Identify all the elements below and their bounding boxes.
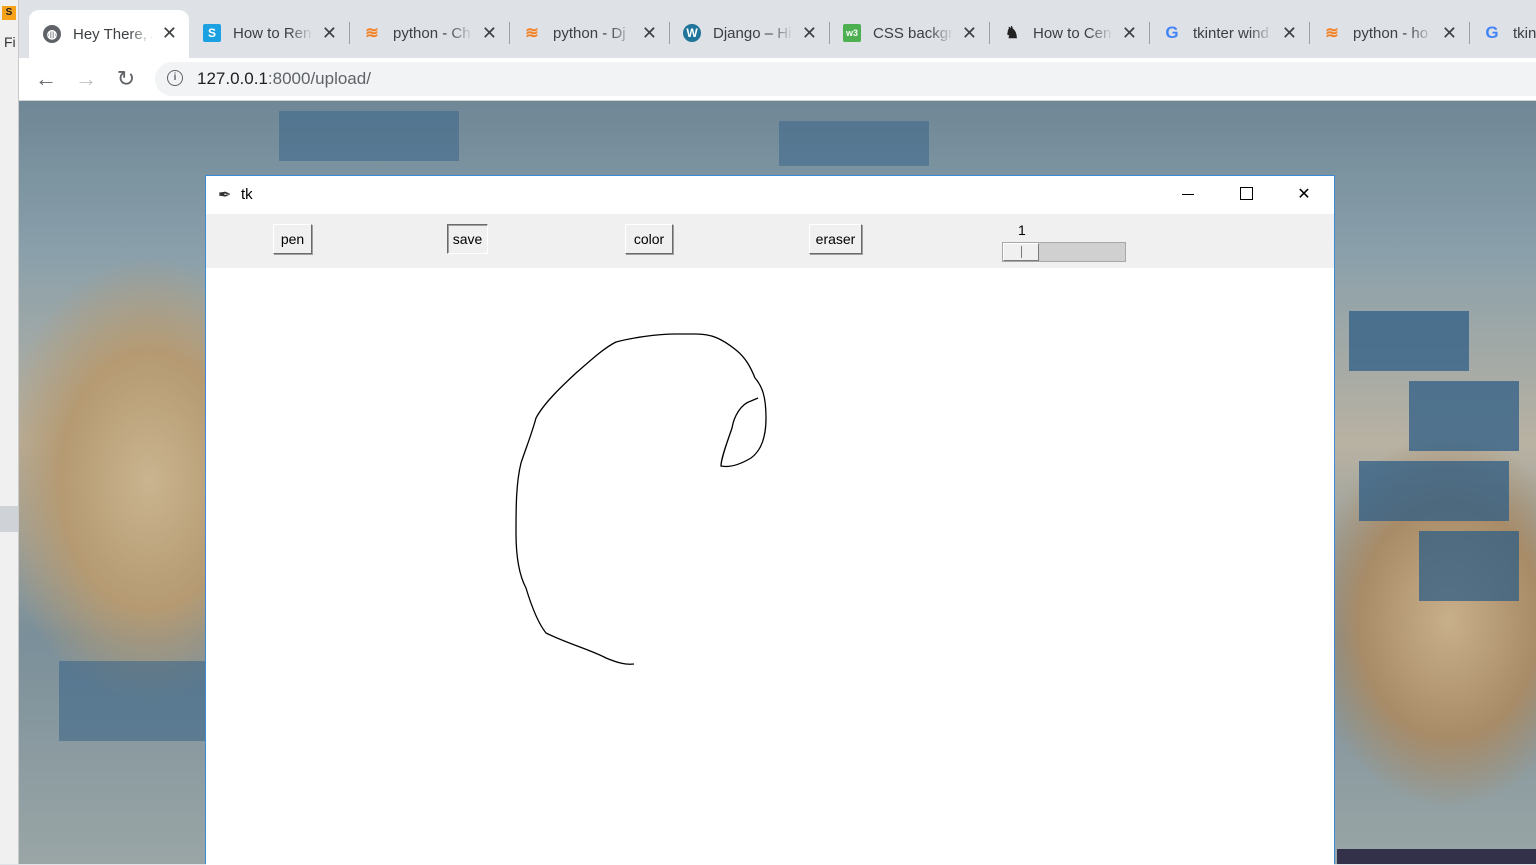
close-tab-icon[interactable]: ✕ bbox=[962, 23, 977, 44]
tab-css-background[interactable]: w3 CSS backgr ✕ bbox=[829, 10, 990, 56]
tab-tkint[interactable]: G tkint bbox=[1469, 10, 1536, 56]
tab-python-dj[interactable]: ≋ python - Dj ✕ bbox=[509, 10, 670, 56]
background-app-strip: S Fi bbox=[0, 0, 19, 864]
tab-python-ch[interactable]: ≋ python - Ch ✕ bbox=[349, 10, 510, 56]
mural-tile bbox=[1359, 461, 1509, 521]
eraser-button[interactable]: eraser bbox=[809, 224, 862, 254]
color-button[interactable]: color bbox=[625, 224, 673, 254]
tab-title: tkinter wind bbox=[1193, 24, 1269, 42]
google-icon: G bbox=[1165, 23, 1179, 42]
browser-tab-strip: ◍ Hey There, A ✕ S How to Ren ✕ ≋ python… bbox=[19, 0, 1536, 58]
dev-logo-icon: ♞ bbox=[1004, 25, 1020, 42]
close-button[interactable]: ✕ bbox=[1275, 176, 1333, 214]
close-tab-icon[interactable]: ✕ bbox=[322, 23, 337, 44]
tab-how-to-center[interactable]: ♞ How to Cen ✕ bbox=[989, 10, 1150, 56]
close-tab-icon[interactable]: ✕ bbox=[482, 23, 497, 44]
save-button[interactable]: save bbox=[447, 224, 488, 254]
address-bar[interactable]: i 127.0.0.1:8000/upload/ bbox=[155, 62, 1536, 96]
tk-toolbar: pen save color eraser 1 bbox=[206, 214, 1334, 268]
tab-title: How to Cen bbox=[1033, 24, 1112, 42]
wordpress-icon: W bbox=[683, 24, 701, 42]
window-title: tk bbox=[241, 186, 253, 203]
tk-window: ✒ tk ✕ pen save color eraser 1 bbox=[205, 175, 1335, 865]
minimize-button[interactable] bbox=[1159, 176, 1217, 214]
tab-tkinter-window[interactable]: G tkinter wind ✕ bbox=[1149, 10, 1310, 56]
tab-title: python - ho bbox=[1353, 24, 1429, 42]
tab-title: tkint bbox=[1513, 24, 1536, 42]
url-path: :8000/upload/ bbox=[267, 69, 371, 88]
stackoverflow-icon: ≋ bbox=[1325, 25, 1339, 42]
scroll-marker bbox=[0, 506, 18, 532]
maximize-button[interactable] bbox=[1217, 176, 1275, 214]
drawing-canvas[interactable] bbox=[206, 268, 1334, 865]
mural-tile bbox=[59, 661, 209, 741]
app-menu-text: Fi bbox=[4, 34, 16, 50]
close-tab-icon[interactable]: ✕ bbox=[642, 23, 657, 44]
mural-tile bbox=[1409, 381, 1519, 451]
mural-tile bbox=[1349, 311, 1469, 371]
close-tab-icon[interactable]: ✕ bbox=[802, 23, 817, 44]
google-icon: G bbox=[1485, 23, 1499, 42]
mural-tile bbox=[1419, 531, 1519, 601]
tab-title: How to Ren bbox=[233, 24, 312, 42]
tab-how-to-render[interactable]: S How to Ren ✕ bbox=[189, 10, 350, 56]
close-icon: ✕ bbox=[1297, 186, 1311, 203]
page-edge bbox=[1337, 849, 1536, 864]
maximize-icon bbox=[1239, 186, 1253, 200]
size-scale[interactable] bbox=[1002, 242, 1126, 262]
size-scale-value: 1 bbox=[1018, 222, 1026, 238]
stackoverflow-icon: ≋ bbox=[365, 25, 379, 42]
url-host: 127.0.0.1 bbox=[197, 69, 268, 88]
globe-icon: ◍ bbox=[43, 25, 61, 43]
tab-hey-there[interactable]: ◍ Hey There, A ✕ bbox=[29, 10, 189, 58]
tab-django[interactable]: W Django – Hi ✕ bbox=[669, 10, 830, 56]
stackoverflow-icon: ≋ bbox=[525, 25, 539, 42]
tab-python-ho[interactable]: ≋ python - ho ✕ bbox=[1309, 10, 1470, 56]
reload-icon[interactable]: ↻ bbox=[113, 66, 139, 92]
feather-icon: ✒ bbox=[218, 187, 232, 204]
browser-toolbar: ← → ↻ i 127.0.0.1:8000/upload/ bbox=[19, 58, 1536, 101]
back-arrow-icon[interactable]: ← bbox=[33, 66, 59, 92]
tab-title: python - Dj bbox=[553, 24, 626, 42]
close-tab-icon[interactable]: ✕ bbox=[162, 23, 177, 44]
minimize-icon bbox=[1182, 194, 1194, 196]
close-tab-icon[interactable]: ✕ bbox=[1442, 23, 1457, 44]
close-tab-icon[interactable]: ✕ bbox=[1282, 23, 1297, 44]
scale-slider-handle[interactable] bbox=[1003, 243, 1039, 261]
pen-button[interactable]: pen bbox=[273, 224, 312, 254]
mural-tile bbox=[279, 111, 459, 161]
forward-arrow-icon[interactable]: → bbox=[73, 66, 99, 92]
app-icon: S bbox=[2, 6, 16, 20]
url-text[interactable]: 127.0.0.1:8000/upload/ bbox=[197, 69, 371, 89]
w3schools-icon: w3 bbox=[843, 24, 861, 42]
tab-title: Hey There, A bbox=[73, 25, 153, 43]
pen-stroke bbox=[515, 333, 767, 665]
info-icon[interactable]: i bbox=[167, 70, 183, 86]
mural-tile bbox=[779, 121, 929, 166]
tk-titlebar[interactable]: ✒ tk ✕ bbox=[206, 176, 1334, 214]
close-tab-icon[interactable]: ✕ bbox=[1122, 23, 1137, 44]
tab-title: CSS backgr bbox=[873, 24, 953, 42]
s-logo-icon: S bbox=[203, 24, 221, 42]
drawn-stroke bbox=[515, 333, 767, 665]
tab-title: Django – Hi bbox=[713, 24, 792, 42]
tab-title: python - Ch bbox=[393, 24, 471, 42]
